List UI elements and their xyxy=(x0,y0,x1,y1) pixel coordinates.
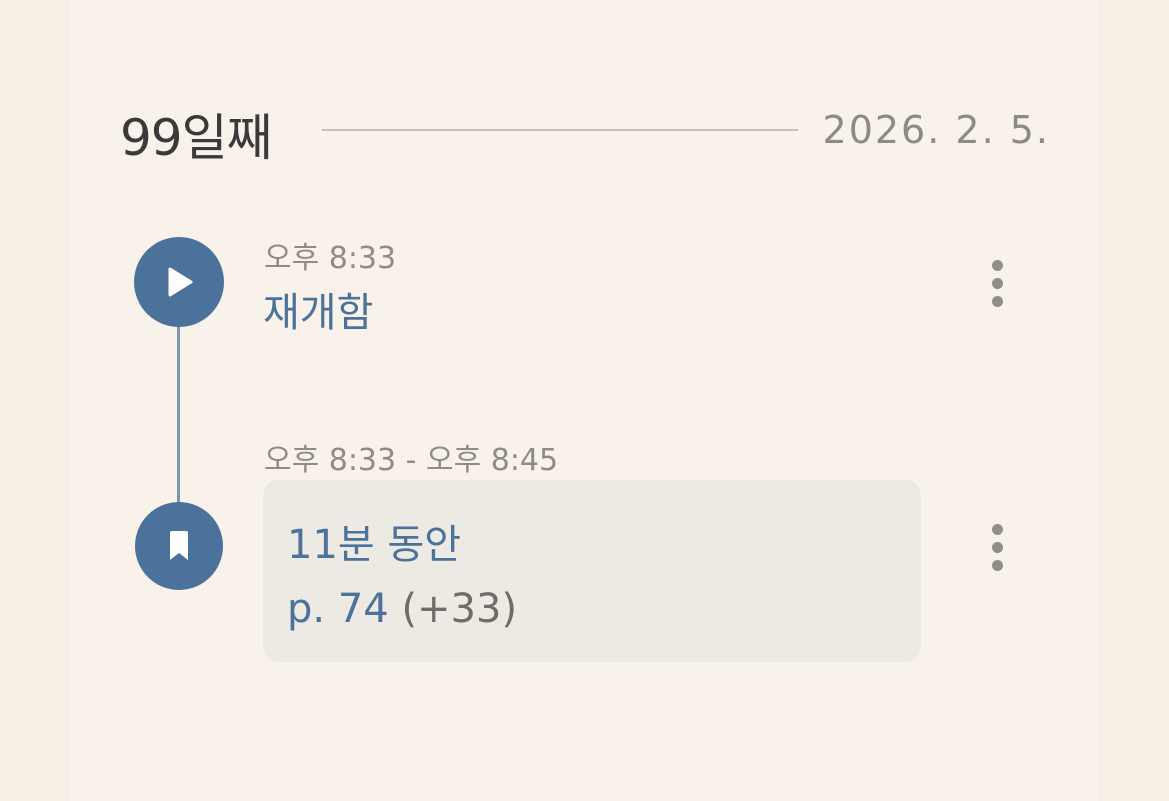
more-vertical-icon[interactable] xyxy=(977,253,1017,313)
session-pages: p. 74 (+33) xyxy=(287,586,517,632)
page-delta: (+33) xyxy=(401,586,518,632)
entry-label: 재개함 xyxy=(263,290,374,336)
entry-time: 오후 8:33 xyxy=(264,241,397,276)
session-time-range: 오후 8:33 - 오후 8:45 xyxy=(264,443,559,478)
header-divider xyxy=(322,129,798,131)
session-duration: 11분 동안 xyxy=(287,522,462,568)
bookmark-icon xyxy=(135,502,223,590)
more-vertical-icon[interactable] xyxy=(977,517,1017,577)
page-number: p. 74 xyxy=(287,586,389,632)
day-title: 99일째 xyxy=(120,109,273,167)
play-icon xyxy=(134,237,224,327)
session-card[interactable]: 11분 동안 p. 74 (+33) xyxy=(263,480,921,662)
timeline-connector xyxy=(177,326,180,506)
day-header: 99일째 2026. 2. 5. xyxy=(120,96,1050,167)
day-date: 2026. 2. 5. xyxy=(822,108,1050,152)
